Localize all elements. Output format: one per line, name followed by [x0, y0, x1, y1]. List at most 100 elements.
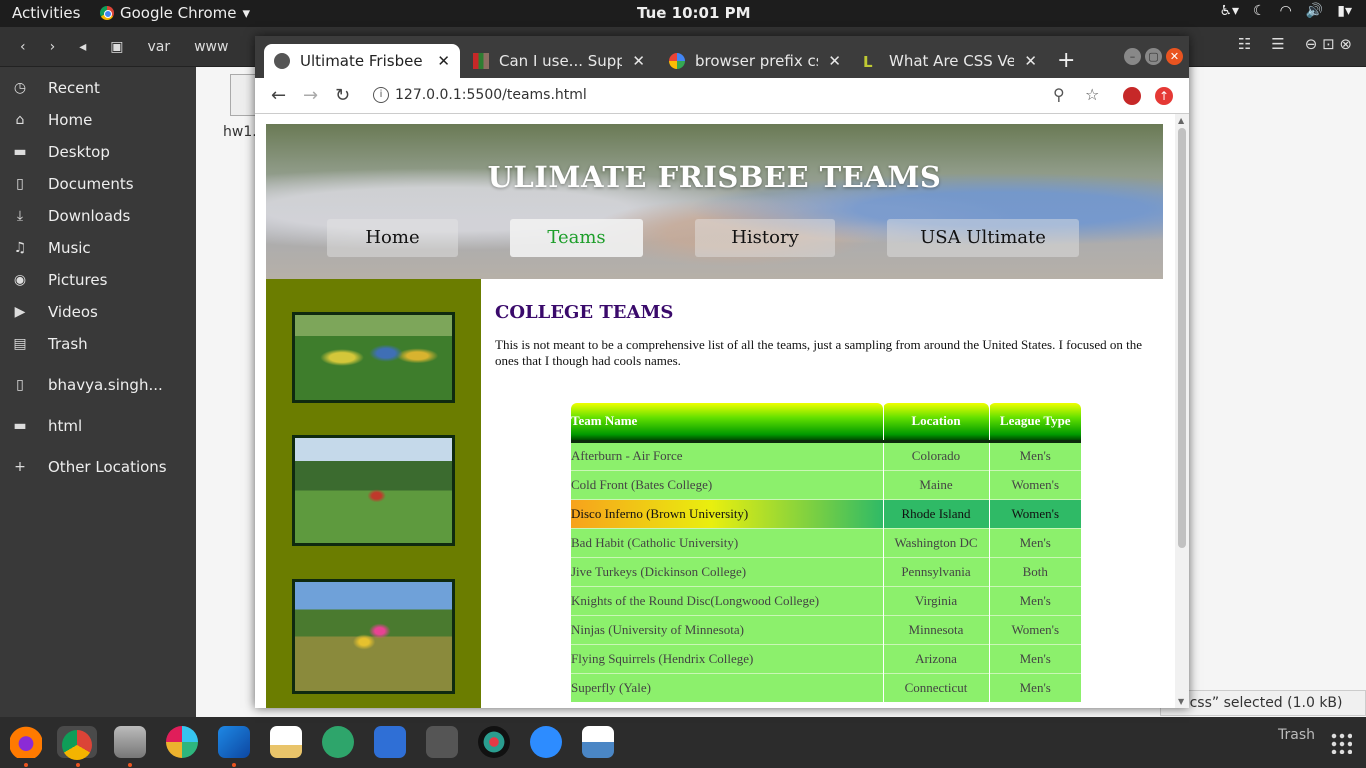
frisbee-photo: [292, 579, 455, 694]
sidebar-item-desktop[interactable]: ▬ Desktop: [12, 143, 110, 161]
desktop-trash-label[interactable]: Trash: [1278, 727, 1315, 743]
table-row: Afterburn - Air Force Colorado Men's: [571, 440, 1081, 470]
tasks-icon[interactable]: [374, 726, 406, 758]
bookmark-star-icon[interactable]: ☆: [1085, 85, 1099, 104]
close-icon[interactable]: ✕: [828, 52, 841, 70]
l-logo-icon: L: [863, 53, 873, 71]
back-icon[interactable]: ‹: [10, 35, 36, 59]
files-icon[interactable]: [114, 726, 146, 758]
update-icon[interactable]: ↑: [1155, 87, 1173, 105]
sidebar-item-recent[interactable]: ◷ Recent: [12, 79, 100, 97]
slack-icon[interactable]: [166, 726, 198, 758]
nav-home[interactable]: Home: [327, 219, 458, 257]
team-name-cell: Bad Habit (Catholic University): [571, 527, 883, 557]
minimize-icon[interactable]: –: [1124, 48, 1141, 65]
sidebar-item-trash[interactable]: ▤ Trash: [12, 335, 87, 353]
sidebar-item-drive[interactable]: ▯ bhavya.singh...: [12, 376, 163, 394]
window-controls[interactable]: ⊖ ⊡ ⊗: [1305, 35, 1352, 53]
column-header: League Type: [988, 403, 1081, 443]
sidebar-item-documents[interactable]: ▯ Documents: [12, 175, 133, 193]
sidebar-item-music[interactable]: ♫ Music: [12, 239, 91, 257]
sidebar-item-downloads[interactable]: ⤓ Downloads: [12, 207, 131, 225]
activities-button[interactable]: Activities: [12, 4, 80, 22]
plus-icon: +: [14, 459, 26, 475]
clock[interactable]: Tue 10:01 PM: [637, 4, 751, 22]
camera-icon: ◉: [13, 272, 27, 288]
sidebar-item-videos[interactable]: ▶ Videos: [12, 303, 98, 321]
sidebar-item-home[interactable]: ⌂ Home: [12, 111, 93, 129]
disk-icon[interactable]: ▣: [100, 35, 133, 59]
system-top-bar: Activities Google Chrome ▾ Tue 10:01 PM …: [0, 0, 1366, 27]
google-icon: [669, 53, 685, 69]
scroll-down-icon[interactable]: ▼: [1178, 697, 1184, 706]
atom-icon[interactable]: [322, 726, 354, 758]
menu-icon[interactable]: ☰: [1271, 35, 1284, 53]
zoom-icon[interactable]: ⚲: [1053, 85, 1065, 104]
chrome-icon: [100, 6, 114, 20]
close-window-icon[interactable]: ✕: [1166, 48, 1183, 65]
sidebar-item-label: Music: [48, 239, 91, 257]
path-crumb-www[interactable]: www: [184, 35, 238, 59]
reload-icon[interactable]: ↻: [335, 85, 350, 106]
app-menu[interactable]: Google Chrome ▾: [100, 4, 250, 22]
chevron-down-icon: ▾: [242, 4, 251, 22]
scrollbar-thumb[interactable]: [1178, 128, 1186, 548]
show-apps-icon[interactable]: [1330, 732, 1352, 754]
browser-toolbar: ← → ↻ i 127.0.0.1:5500/teams.html ⚲ ☆ ↑: [255, 78, 1189, 114]
nav-teams[interactable]: Teams: [510, 219, 643, 257]
league-type-cell: Women's: [988, 498, 1081, 528]
tab-ultimate-frisbee[interactable]: Ultimate Frisbee - T ✕: [264, 44, 460, 78]
download-icon: ⤓: [16, 208, 24, 224]
sidebar-item-html[interactable]: ▬ html: [12, 417, 82, 435]
image-viewer-icon[interactable]: [582, 726, 614, 758]
vertical-scrollbar[interactable]: ▲ ▼: [1175, 114, 1189, 708]
volume-icon: 🔊: [1305, 3, 1324, 19]
nav-history[interactable]: History: [695, 219, 835, 257]
maximize-icon[interactable]: ▢: [1145, 48, 1162, 65]
photo-sidebar: [266, 279, 481, 708]
scroll-up-icon[interactable]: ▲: [1178, 116, 1184, 125]
vscode-icon[interactable]: [218, 726, 250, 758]
trash-icon: ▤: [13, 336, 27, 352]
location-cell: Rhode Island: [882, 498, 989, 528]
forward-icon[interactable]: →: [303, 85, 318, 106]
window-controls[interactable]: – ▢ ✕: [1124, 48, 1183, 65]
info-icon[interactable]: i: [373, 87, 389, 103]
close-icon[interactable]: ✕: [632, 52, 645, 70]
close-icon[interactable]: ✕: [437, 52, 450, 70]
address-bar[interactable]: i 127.0.0.1:5500/teams.html: [365, 82, 1105, 110]
accessibility-icon[interactable]: ♿▾: [1219, 3, 1239, 19]
sidebar-item-other-locations[interactable]: + Other Locations: [12, 458, 167, 476]
nav-usa-ultimate[interactable]: USA Ultimate: [887, 219, 1079, 257]
location-cell: Colorado: [882, 440, 989, 470]
back-icon[interactable]: ←: [271, 85, 286, 106]
camera-app-icon[interactable]: [478, 726, 510, 758]
file-name[interactable]: hw1.: [223, 124, 257, 140]
location-cell: Arizona: [882, 643, 989, 673]
frisbee-photo: [292, 435, 455, 546]
close-icon[interactable]: ✕: [1024, 52, 1037, 70]
wifi-icon: ◠: [1279, 3, 1292, 19]
sidebar-item-label: Videos: [48, 303, 98, 321]
sidebar-item-label: Pictures: [48, 271, 108, 289]
profile-avatar[interactable]: [1121, 85, 1143, 107]
sidebar-item-label: bhavya.singh...: [48, 376, 163, 394]
path-left-icon[interactable]: ◂: [69, 35, 96, 59]
tab-strip: Ultimate Frisbee - T ✕ Can I use... Supp…: [255, 36, 1189, 78]
css-file-icon[interactable]: [230, 74, 258, 116]
sidebar-item-pictures[interactable]: ◉ Pictures: [12, 271, 108, 289]
tab-browser-prefix[interactable]: browser prefix css ✕: [659, 44, 851, 78]
forward-icon[interactable]: ›: [40, 35, 66, 59]
firefox-icon[interactable]: [10, 726, 42, 758]
zoom-icon[interactable]: [530, 726, 562, 758]
calculator-icon[interactable]: [426, 726, 458, 758]
new-tab-icon[interactable]: +: [1057, 48, 1075, 73]
view-options-icon[interactable]: ☷: [1238, 35, 1251, 53]
tab-css-vendor[interactable]: L What Are CSS Vend ✕: [853, 44, 1047, 78]
path-crumb-var[interactable]: var: [137, 35, 180, 59]
text-editor-icon[interactable]: [270, 726, 302, 758]
page-title: ULIMATE FRISBEE TEAMS: [487, 160, 942, 194]
system-tray[interactable]: ♿▾ ☾ ◠ 🔊 ▮▾: [1219, 3, 1352, 19]
tab-can-i-use[interactable]: Can I use... Support ✕: [463, 44, 655, 78]
sidebar-item-label: Desktop: [48, 143, 110, 161]
